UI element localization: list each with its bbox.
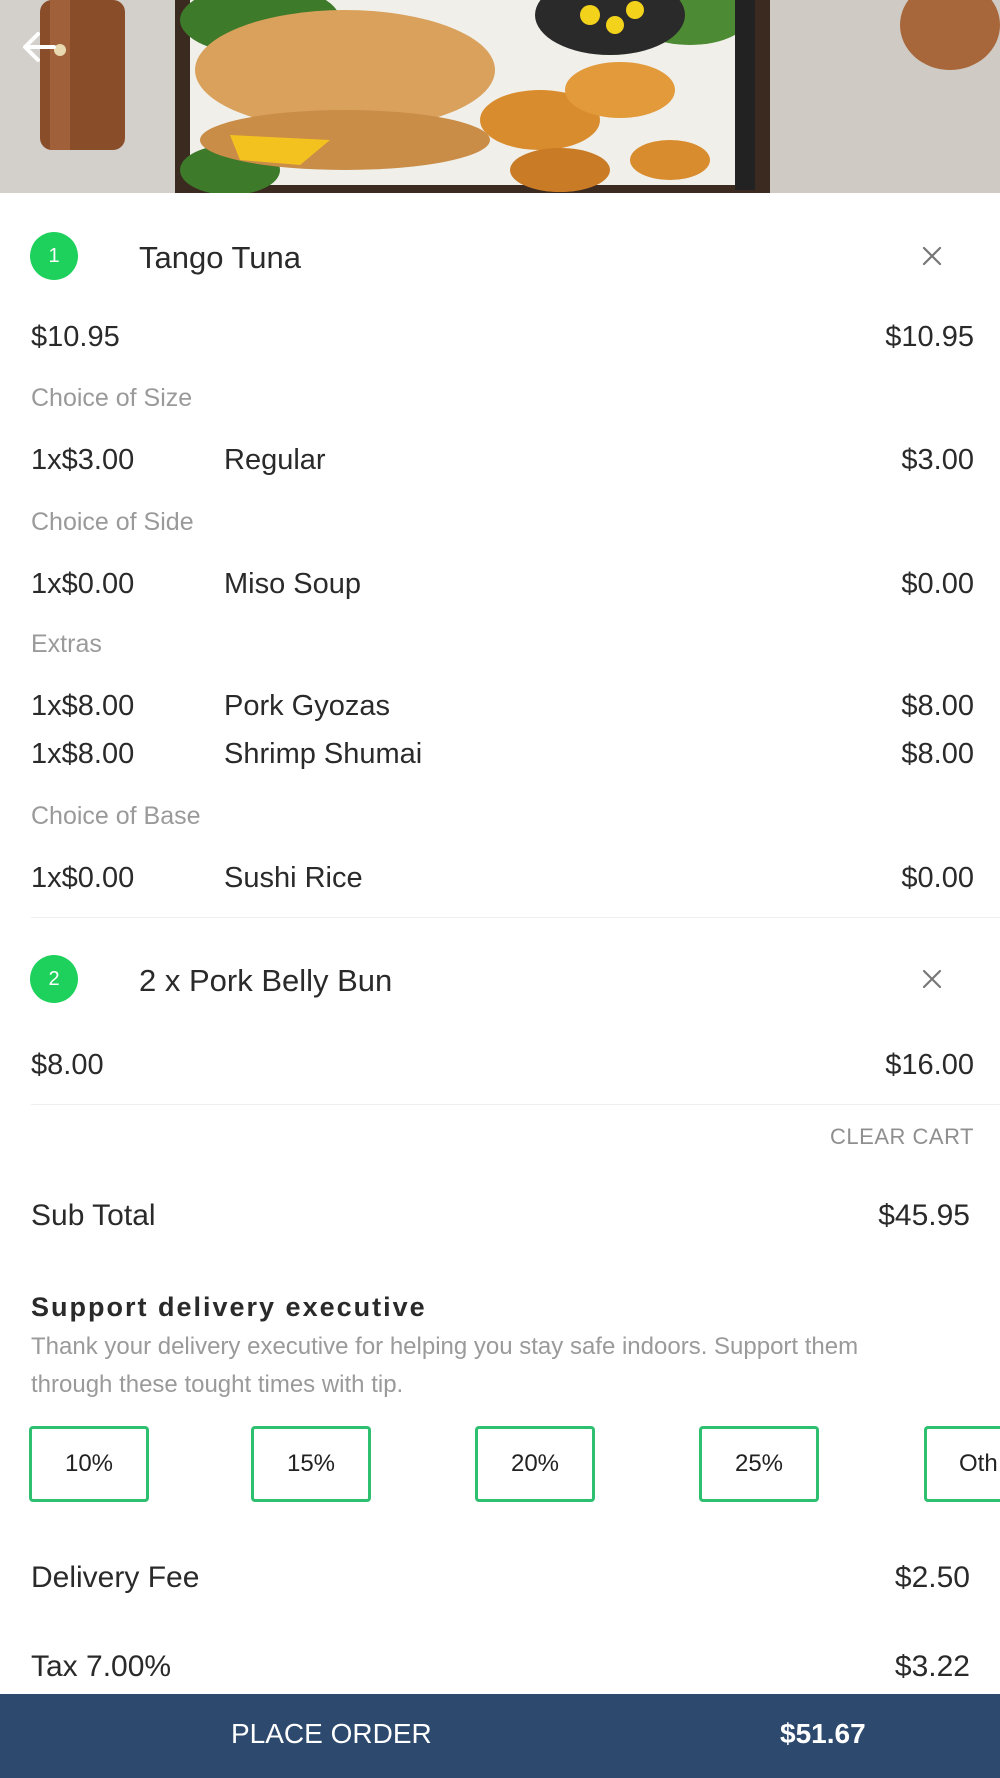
arrow-left-icon: [23, 32, 56, 62]
option-row: 1x$8.00 Shrimp Shumai $8.00: [31, 734, 974, 774]
option-qty: 1x$0.00: [31, 862, 135, 894]
option-qty: 1x$3.00: [31, 444, 135, 476]
place-order-bar[interactable]: PLACE ORDER $51.67: [0, 1694, 1000, 1778]
option-name: Regular: [224, 444, 326, 476]
option-row: 1x$3.00 Regular $3.00: [31, 440, 974, 480]
option-row: 1x$0.00 Sushi Rice $0.00: [31, 858, 974, 898]
tip-option-25[interactable]: 25%: [699, 1426, 819, 1502]
option-amount: $8.00: [901, 738, 974, 770]
item-divider: [31, 917, 1000, 918]
remove-item-button[interactable]: [912, 236, 952, 276]
item-price-row: $8.00 $16.00: [31, 1045, 974, 1085]
item-base-price: $10.95: [31, 321, 120, 353]
cart-item-header: 1 Tango Tuna: [0, 226, 1000, 286]
option-name: Sushi Rice: [224, 862, 363, 894]
option-qty: 1x$8.00: [31, 738, 135, 770]
option-name: Miso Soup: [224, 568, 362, 600]
option-row: 1x$0.00 Miso Soup $0.00: [31, 564, 974, 604]
subtotal-value: $45.95: [878, 1199, 970, 1232]
option-name: Shrimp Shumai: [224, 738, 423, 770]
food-photo: [0, 0, 1000, 193]
option-row: 1x$8.00 Pork Gyozas $8.00: [31, 686, 974, 726]
cart-item-header: 2 2 x Pork Belly Bun: [0, 949, 1000, 1009]
tax-row: Tax 7.00% $3.22: [31, 1650, 970, 1690]
option-group-label: Extras: [31, 630, 102, 658]
close-icon: [922, 246, 942, 266]
item-price-row: $10.95 $10.95: [31, 317, 974, 357]
option-group-label: Choice of Base: [31, 802, 201, 830]
tax-value: $3.22: [894, 1650, 970, 1683]
tip-section-description: Thank your delivery executive for helpin…: [31, 1333, 859, 1398]
item-divider: [31, 1104, 1000, 1105]
tax-label: Tax 7.00%: [31, 1650, 172, 1683]
option-qty: 1x$8.00: [31, 690, 135, 722]
delivery-fee-value: $2.50: [894, 1561, 970, 1594]
clear-cart-button[interactable]: CLEAR CART: [830, 1124, 974, 1150]
option-name: Pork Gyozas: [224, 690, 390, 722]
remove-item-button[interactable]: [912, 959, 952, 999]
item-base-price: $8.00: [31, 1049, 104, 1081]
option-qty: 1x$0.00: [31, 568, 135, 600]
option-amount: $3.00: [901, 444, 974, 476]
tip-option-other[interactable]: Oth: [924, 1426, 1000, 1502]
place-order-button[interactable]: PLACE ORDER: [231, 1718, 432, 1750]
subtotal-label: Sub Total: [31, 1199, 156, 1232]
back-button[interactable]: [22, 30, 72, 80]
hero-image: [0, 0, 1000, 193]
item-number-badge: 2: [30, 955, 78, 1003]
tip-option-20[interactable]: 20%: [475, 1426, 595, 1502]
tip-section-title: Support delivery executive: [31, 1292, 427, 1322]
order-total: $51.67: [780, 1718, 866, 1749]
item-number-badge: 1: [30, 232, 78, 280]
item-base-total: $16.00: [885, 1049, 974, 1081]
close-icon: [922, 969, 942, 989]
item-title: Tango Tuna: [139, 240, 302, 275]
option-group-label: Choice of Side: [31, 508, 194, 536]
subtotal-row: Sub Total $45.95: [31, 1199, 970, 1239]
option-amount: $8.00: [901, 690, 974, 722]
option-amount: $0.00: [901, 568, 974, 600]
tip-option-10[interactable]: 10%: [29, 1426, 149, 1502]
tip-option-15[interactable]: 15%: [251, 1426, 371, 1502]
option-amount: $0.00: [901, 862, 974, 894]
option-group-label: Choice of Size: [31, 384, 193, 412]
delivery-fee-row: Delivery Fee $2.50: [31, 1561, 970, 1601]
item-base-total: $10.95: [885, 321, 974, 353]
delivery-fee-label: Delivery Fee: [31, 1561, 200, 1594]
item-title: 2 x Pork Belly Bun: [139, 963, 393, 998]
